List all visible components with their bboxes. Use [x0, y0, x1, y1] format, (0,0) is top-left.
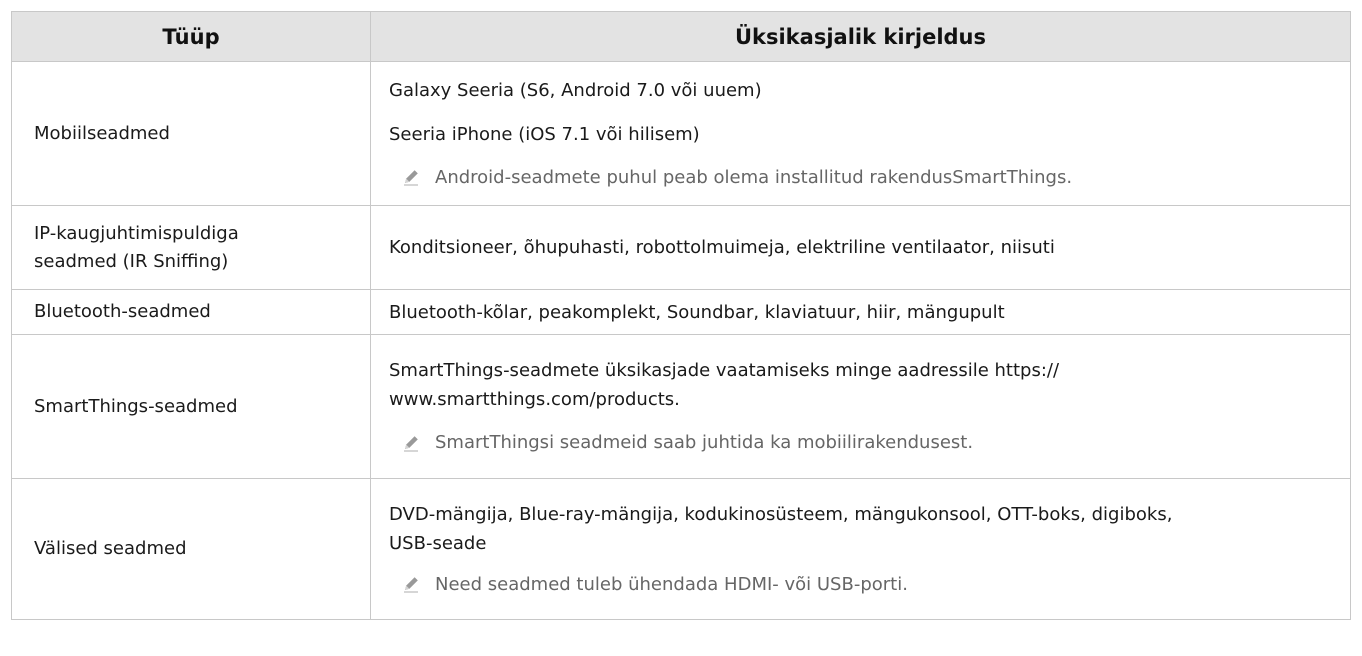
table-row: Bluetooth-seadmed Bluetooth-kõlar, peako…	[11, 289, 1351, 335]
pencil-icon	[404, 170, 418, 186]
header-type: Tüüp	[11, 11, 371, 62]
description-cell: Konditsioneer, õhupuhasti, robottolmuime…	[370, 205, 1351, 290]
note-text: Android-seadmete puhul peab olema instal…	[435, 166, 1073, 188]
description-line: Konditsioneer, õhupuhasti, robottolmuime…	[389, 237, 1055, 258]
description-line: DVD-mängija, Blue-ray-mängija, kodukinos…	[389, 503, 1173, 525]
type-cell: Bluetooth-seadmed	[11, 289, 371, 335]
description-line: Galaxy Seeria (S6, Android 7.0 või uuem)	[389, 79, 762, 101]
description-cell: DVD-mängija, Blue-ray-mängija, kodukinos…	[370, 478, 1351, 620]
pencil-icon	[404, 577, 418, 593]
table-row: IP-kaugjuhtimispuldiga seadmed (IR Sniff…	[11, 205, 1351, 290]
note-text: SmartThingsi seadmeid saab juhtida ka mo…	[435, 432, 974, 453]
note: SmartThingsi seadmeid saab juhtida ka mo…	[389, 428, 1338, 457]
type-cell: IP-kaugjuhtimispuldiga seadmed (IR Sniff…	[11, 205, 371, 290]
note: Android-seadmete puhul peab olema instal…	[389, 163, 1338, 192]
table-row: Mobiilseadmed Galaxy Seeria (S6, Android…	[11, 61, 1351, 206]
type-cell: Mobiilseadmed	[11, 61, 371, 206]
description-cell: Bluetooth-kõlar, peakomplekt, Soundbar, …	[370, 289, 1351, 335]
description-line: Seeria iPhone (iOS 7.1 või hilisem)	[389, 123, 700, 145]
type-line: IP-kaugjuhtimispuldiga	[34, 222, 239, 244]
type-cell: Välised seadmed	[11, 478, 371, 620]
table-header-row: Tüüp Üksikasjalik kirjeldus	[11, 11, 1351, 62]
device-types-table: Tüüp Üksikasjalik kirjeldus Mobiilseadme…	[11, 11, 1351, 620]
table-row: Välised seadmed DVD-mängija, Blue-ray-mä…	[11, 478, 1351, 620]
header-description: Üksikasjalik kirjeldus	[370, 11, 1351, 62]
table-row: SmartThings-seadmed SmartThings-seadmete…	[11, 334, 1351, 479]
note: Need seadmed tuleb ühendada HDMI- või US…	[389, 570, 1338, 599]
type-cell: SmartThings-seadmed	[11, 334, 371, 479]
description-cell: SmartThings-seadmete üksikasjade vaatami…	[370, 334, 1351, 479]
description-line: USB-seade	[389, 532, 487, 554]
description-cell: Galaxy Seeria (S6, Android 7.0 või uuem)…	[370, 61, 1351, 206]
note-text: Need seadmed tuleb ühendada HDMI- või US…	[435, 573, 908, 595]
description-line: SmartThings-seadmete üksikasjade vaatami…	[389, 360, 1060, 381]
type-line: seadmed (IR Sniffing)	[34, 250, 229, 272]
description-line: www.smartthings.com/products.	[389, 389, 680, 410]
pencil-icon	[404, 435, 418, 452]
description-line: Bluetooth-kõlar, peakomplekt, Soundbar, …	[389, 301, 1005, 323]
